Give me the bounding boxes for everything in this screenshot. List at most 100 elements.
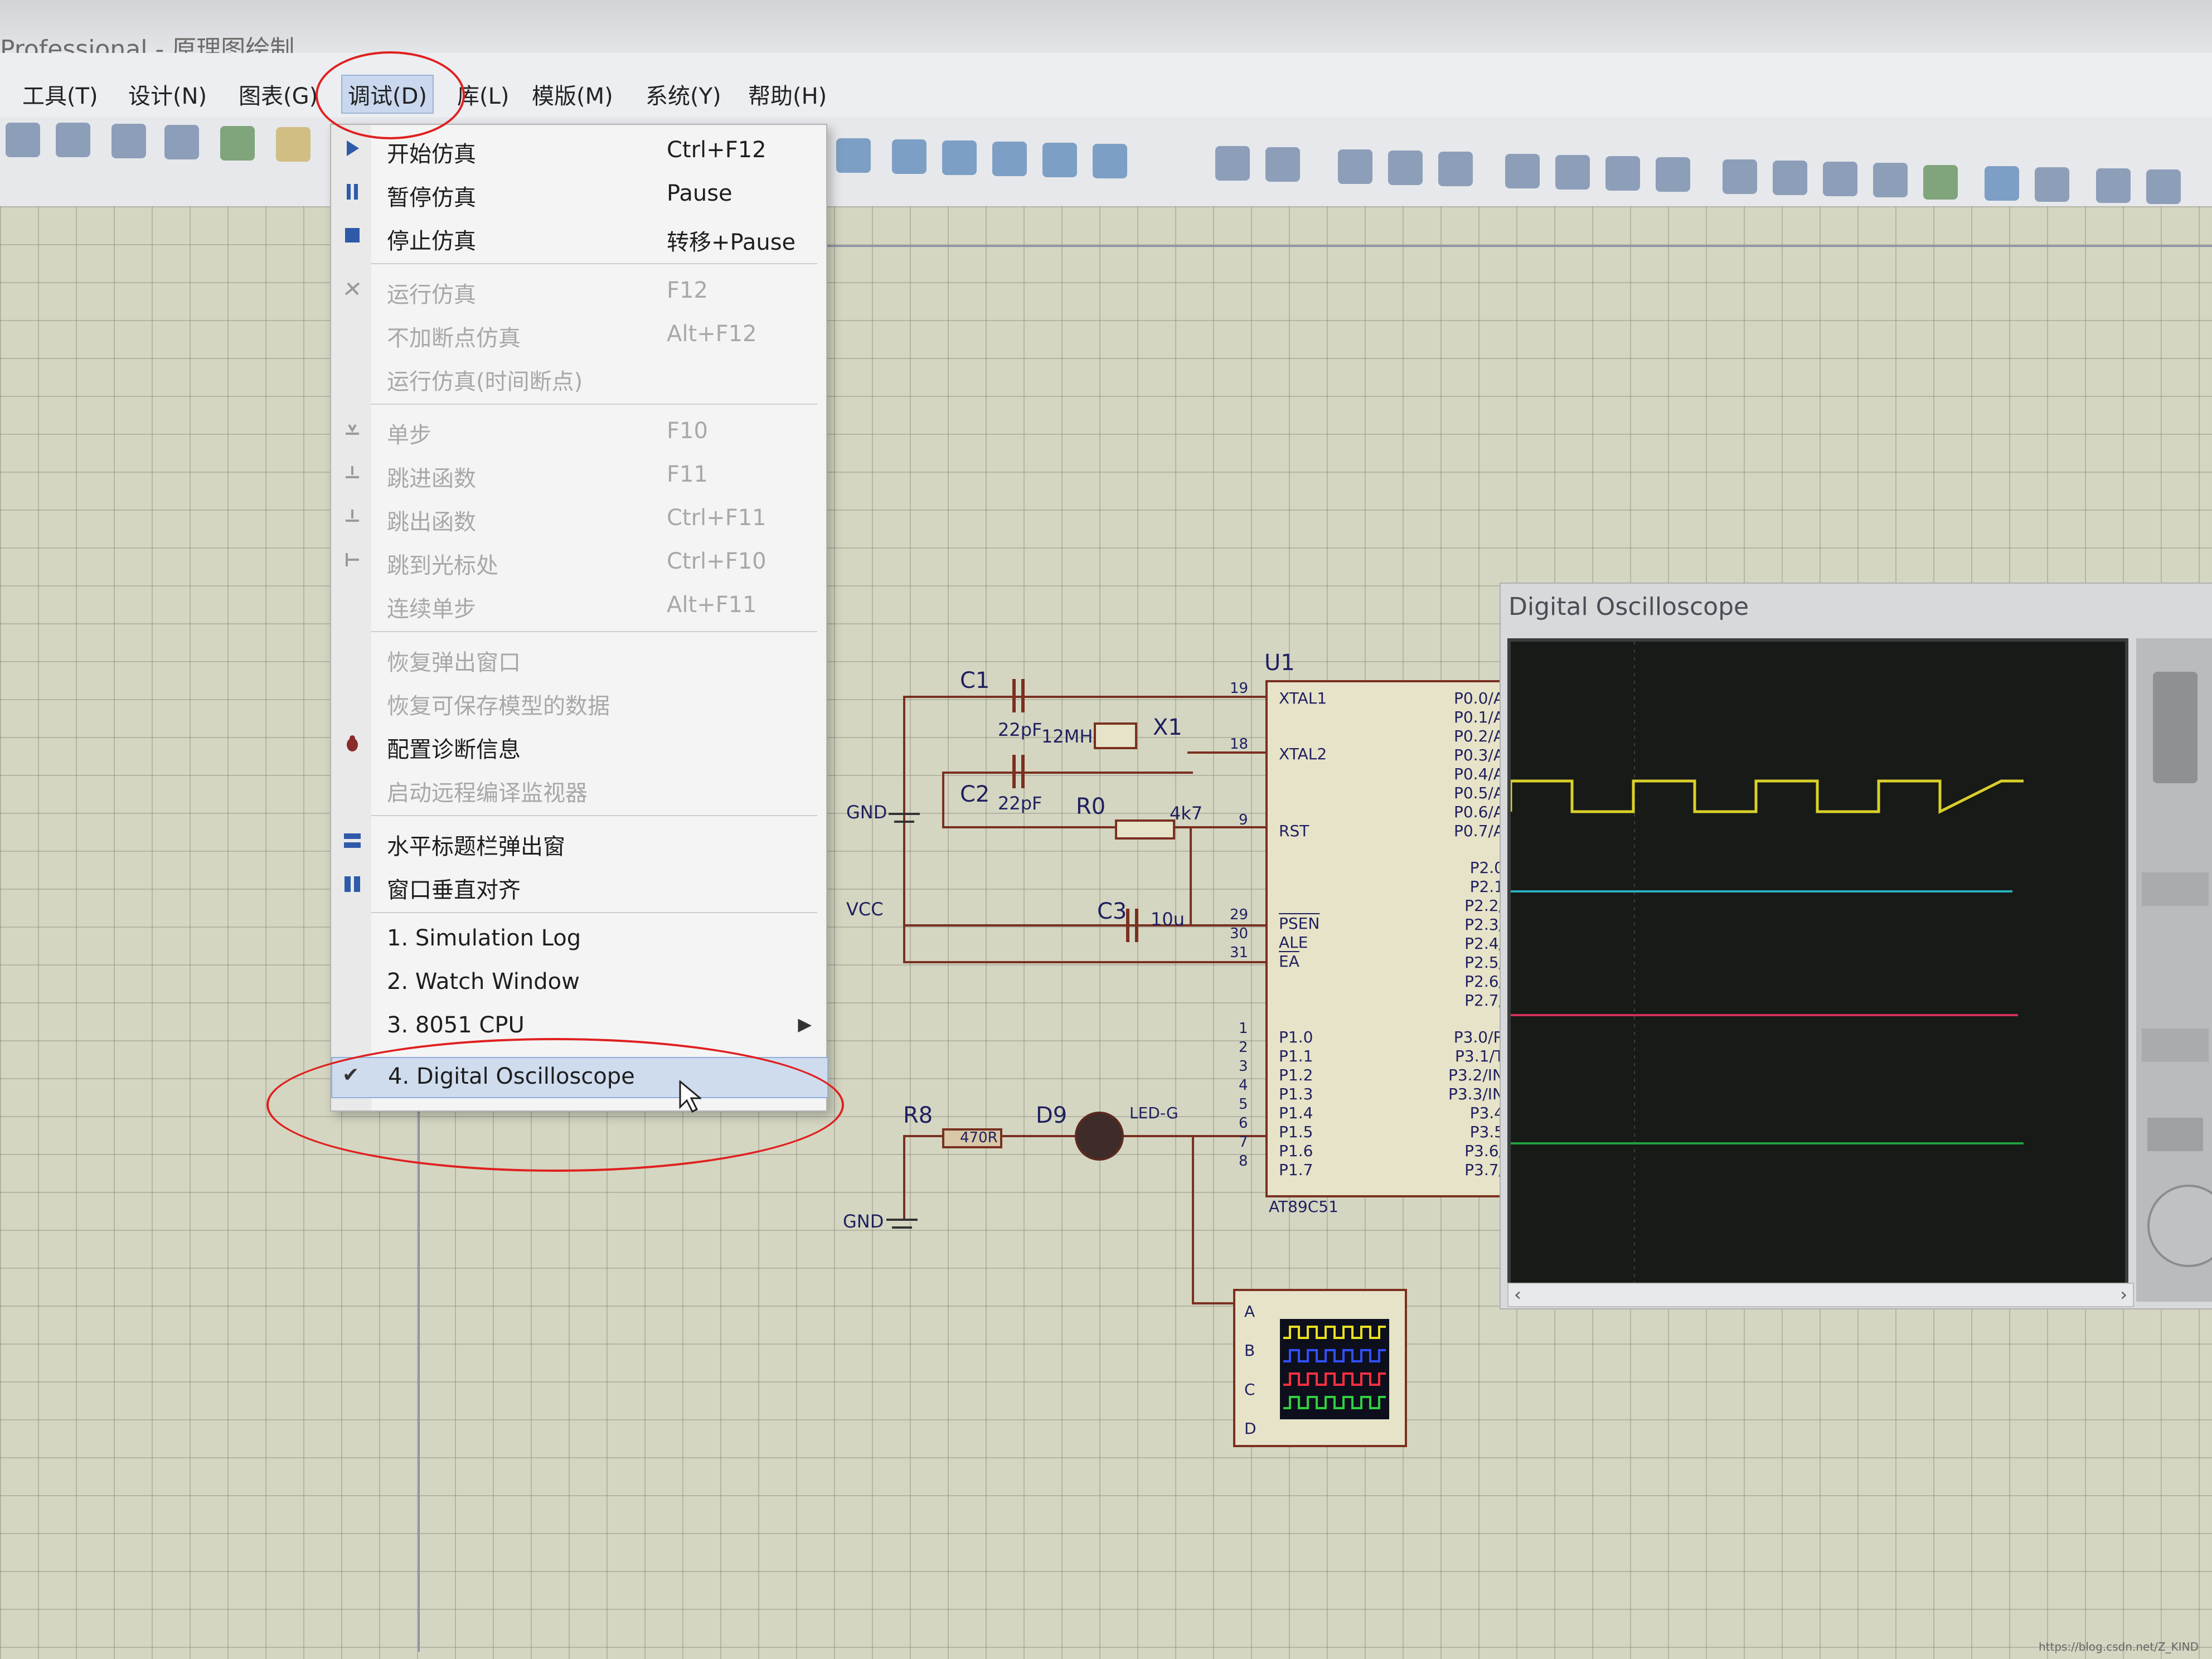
pin-label: ALE bbox=[1279, 933, 1308, 952]
oscilloscope-horizontal-scrollbar[interactable]: ‹ › bbox=[1507, 1283, 2134, 1307]
toolbar-button[interactable] bbox=[220, 126, 255, 161]
toolbar-button[interactable] bbox=[1555, 155, 1590, 190]
pin-label: P2.0 bbox=[1469, 858, 1504, 877]
menu-design[interactable]: 设计(N) bbox=[128, 78, 207, 110]
r8-label[interactable]: R8 bbox=[903, 1103, 933, 1128]
zoom-all-icon[interactable] bbox=[1042, 143, 1077, 177]
oscilloscope-symbol[interactable]: A B C D bbox=[1233, 1289, 1407, 1447]
oscilloscope-window[interactable]: Digital Oscilloscope ‹ › bbox=[1500, 583, 2212, 1309]
toolbar-button[interactable] bbox=[1505, 154, 1540, 188]
pin-number: 1 bbox=[1239, 1020, 1248, 1037]
scroll-right-icon[interactable]: › bbox=[2120, 1284, 2127, 1305]
scroll-left-icon[interactable]: ‹ bbox=[1514, 1284, 1521, 1305]
menu-item-pause-simulation[interactable]: 暂停仿真 Pause bbox=[331, 174, 826, 213]
pin-label: P0.0/A bbox=[1453, 689, 1504, 707]
zoom-area-icon[interactable] bbox=[1093, 144, 1127, 178]
toolbar-button[interactable] bbox=[836, 138, 871, 173]
source-control[interactable] bbox=[2142, 1029, 2209, 1062]
toolbar-button[interactable] bbox=[2035, 167, 2069, 202]
menu-system[interactable]: 系统(Y) bbox=[646, 78, 721, 110]
copy-icon[interactable] bbox=[1388, 151, 1423, 185]
level-knob[interactable] bbox=[2153, 672, 2198, 783]
cut-icon[interactable] bbox=[1338, 149, 1372, 184]
pin-number: 18 bbox=[1230, 736, 1249, 753]
ground-symbol bbox=[886, 1219, 918, 1221]
menu-item-configure-diagnostics[interactable]: 配置诊断信息 bbox=[331, 726, 826, 765]
menu-item-restore-model-data[interactable]: 恢复可保存模型的数据 bbox=[331, 682, 826, 721]
menu-graph[interactable]: 图表(G) bbox=[239, 78, 318, 110]
pin-number: 19 bbox=[1230, 680, 1249, 697]
pin-number: 30 bbox=[1230, 925, 1249, 942]
c2-label[interactable]: C2 bbox=[960, 782, 989, 807]
menu-item-run-simulation[interactable]: 运行仿真 F12 bbox=[331, 271, 826, 310]
pin-number: 9 bbox=[1239, 812, 1248, 828]
menu-item-run-time-breakpoint[interactable]: 运行仿真(时间断点) bbox=[331, 358, 826, 397]
timebase-dial[interactable] bbox=[2147, 1185, 2212, 1267]
toolbar-button[interactable] bbox=[111, 124, 146, 158]
toolbar-button[interactable] bbox=[1773, 161, 1807, 195]
menu-item-step-out[interactable]: 跳出函数 Ctrl+F11 bbox=[331, 498, 826, 537]
toolbar-button[interactable] bbox=[1923, 165, 1958, 200]
crystal-x1[interactable] bbox=[1094, 722, 1137, 749]
c3-label[interactable]: C3 bbox=[1097, 899, 1127, 924]
menu-item-step-into[interactable]: 跳进函数 F11 bbox=[331, 455, 826, 494]
menu-item-run-no-breakpoints[interactable]: 不加断点仿真 Alt+F12 bbox=[331, 314, 826, 353]
pin-label: P0.4/A bbox=[1453, 765, 1504, 783]
wire bbox=[942, 772, 944, 827]
menu-item-step[interactable]: 单步 F10 bbox=[331, 411, 826, 450]
zoom-in-icon[interactable] bbox=[942, 140, 977, 175]
toolbar-button[interactable] bbox=[2096, 168, 2131, 203]
x1-label[interactable]: X1 bbox=[1153, 715, 1182, 740]
undo-icon[interactable] bbox=[1215, 146, 1250, 181]
redo-icon[interactable] bbox=[1265, 147, 1300, 182]
toolbar-button[interactable] bbox=[1823, 162, 1857, 196]
menu-item-continuous-step[interactable]: 连续单步 Alt+F11 bbox=[331, 585, 826, 624]
play-icon bbox=[347, 140, 359, 156]
chip-u1[interactable]: XTAL1 XTAL2 RST PSEN ALE EA P1.0 P1.1 P1… bbox=[1265, 680, 1510, 1197]
capacitor-c1-plate bbox=[1021, 679, 1025, 712]
menu-item-restore-popups[interactable]: 恢复弹出窗口 bbox=[331, 639, 826, 678]
d9-label[interactable]: D9 bbox=[1036, 1103, 1067, 1128]
menu-item-stop-simulation[interactable]: 停止仿真 转移+Pause bbox=[331, 217, 826, 256]
menu-tools[interactable]: 工具(T) bbox=[22, 78, 98, 110]
pin-label: P1.1 bbox=[1279, 1047, 1313, 1065]
ground-symbol-line bbox=[892, 1226, 912, 1229]
menu-item-vertical-tile[interactable]: 窗口垂直对齐 bbox=[331, 866, 826, 905]
toolbar-button[interactable] bbox=[1985, 166, 2019, 201]
resistor-r0[interactable] bbox=[1115, 819, 1175, 840]
menu-item-watch-window[interactable]: 2. Watch Window bbox=[331, 963, 826, 1002]
menu-template[interactable]: 模版(M) bbox=[532, 78, 613, 110]
toolbar-button[interactable] bbox=[6, 123, 40, 157]
position-control[interactable] bbox=[2147, 1118, 2203, 1151]
toolbar-button[interactable] bbox=[164, 125, 199, 159]
menu-item-simulation-log[interactable]: 1. Simulation Log bbox=[331, 920, 826, 959]
zoom-out-icon[interactable] bbox=[992, 142, 1027, 176]
menu-item-run-to-cursor[interactable]: 跳到光标处 Ctrl+F10 bbox=[331, 542, 826, 581]
toolbar-button[interactable] bbox=[1873, 163, 1908, 197]
oscilloscope-control-panel[interactable] bbox=[2136, 638, 2212, 1302]
led-d9[interactable] bbox=[1075, 1112, 1124, 1161]
trigger-control[interactable] bbox=[2142, 872, 2209, 906]
u1-label[interactable]: U1 bbox=[1264, 650, 1295, 676]
trace-a bbox=[1509, 779, 2024, 814]
toolbar-button[interactable] bbox=[276, 127, 311, 162]
r0-label[interactable]: R0 bbox=[1076, 794, 1105, 819]
wire bbox=[1187, 751, 1265, 754]
menu-library[interactable]: 库(L) bbox=[457, 78, 510, 110]
toolbar-button[interactable] bbox=[1656, 157, 1690, 192]
toolbar-button[interactable] bbox=[1605, 156, 1640, 191]
toolbar-button[interactable] bbox=[56, 123, 90, 157]
capacitor-c2[interactable] bbox=[1012, 755, 1016, 788]
menu-help[interactable]: 帮助(H) bbox=[748, 78, 827, 110]
c1-label[interactable]: C1 bbox=[960, 668, 989, 693]
toolbar-button[interactable] bbox=[892, 139, 926, 174]
capacitor-c1[interactable] bbox=[1012, 679, 1016, 712]
search-icon[interactable] bbox=[1723, 159, 1757, 194]
ground-symbol bbox=[889, 813, 920, 815]
menu-item-horizontal-tile[interactable]: 水平标题栏弹出窗 bbox=[331, 823, 826, 862]
toolbar-button[interactable] bbox=[2146, 169, 2181, 204]
pin-number: 6 bbox=[1239, 1115, 1248, 1132]
paste-icon[interactable] bbox=[1438, 152, 1473, 186]
menu-item-remote-compiler-monitor[interactable]: 启动远程编译监视器 bbox=[331, 769, 826, 808]
capacitor-c3[interactable] bbox=[1126, 909, 1129, 942]
